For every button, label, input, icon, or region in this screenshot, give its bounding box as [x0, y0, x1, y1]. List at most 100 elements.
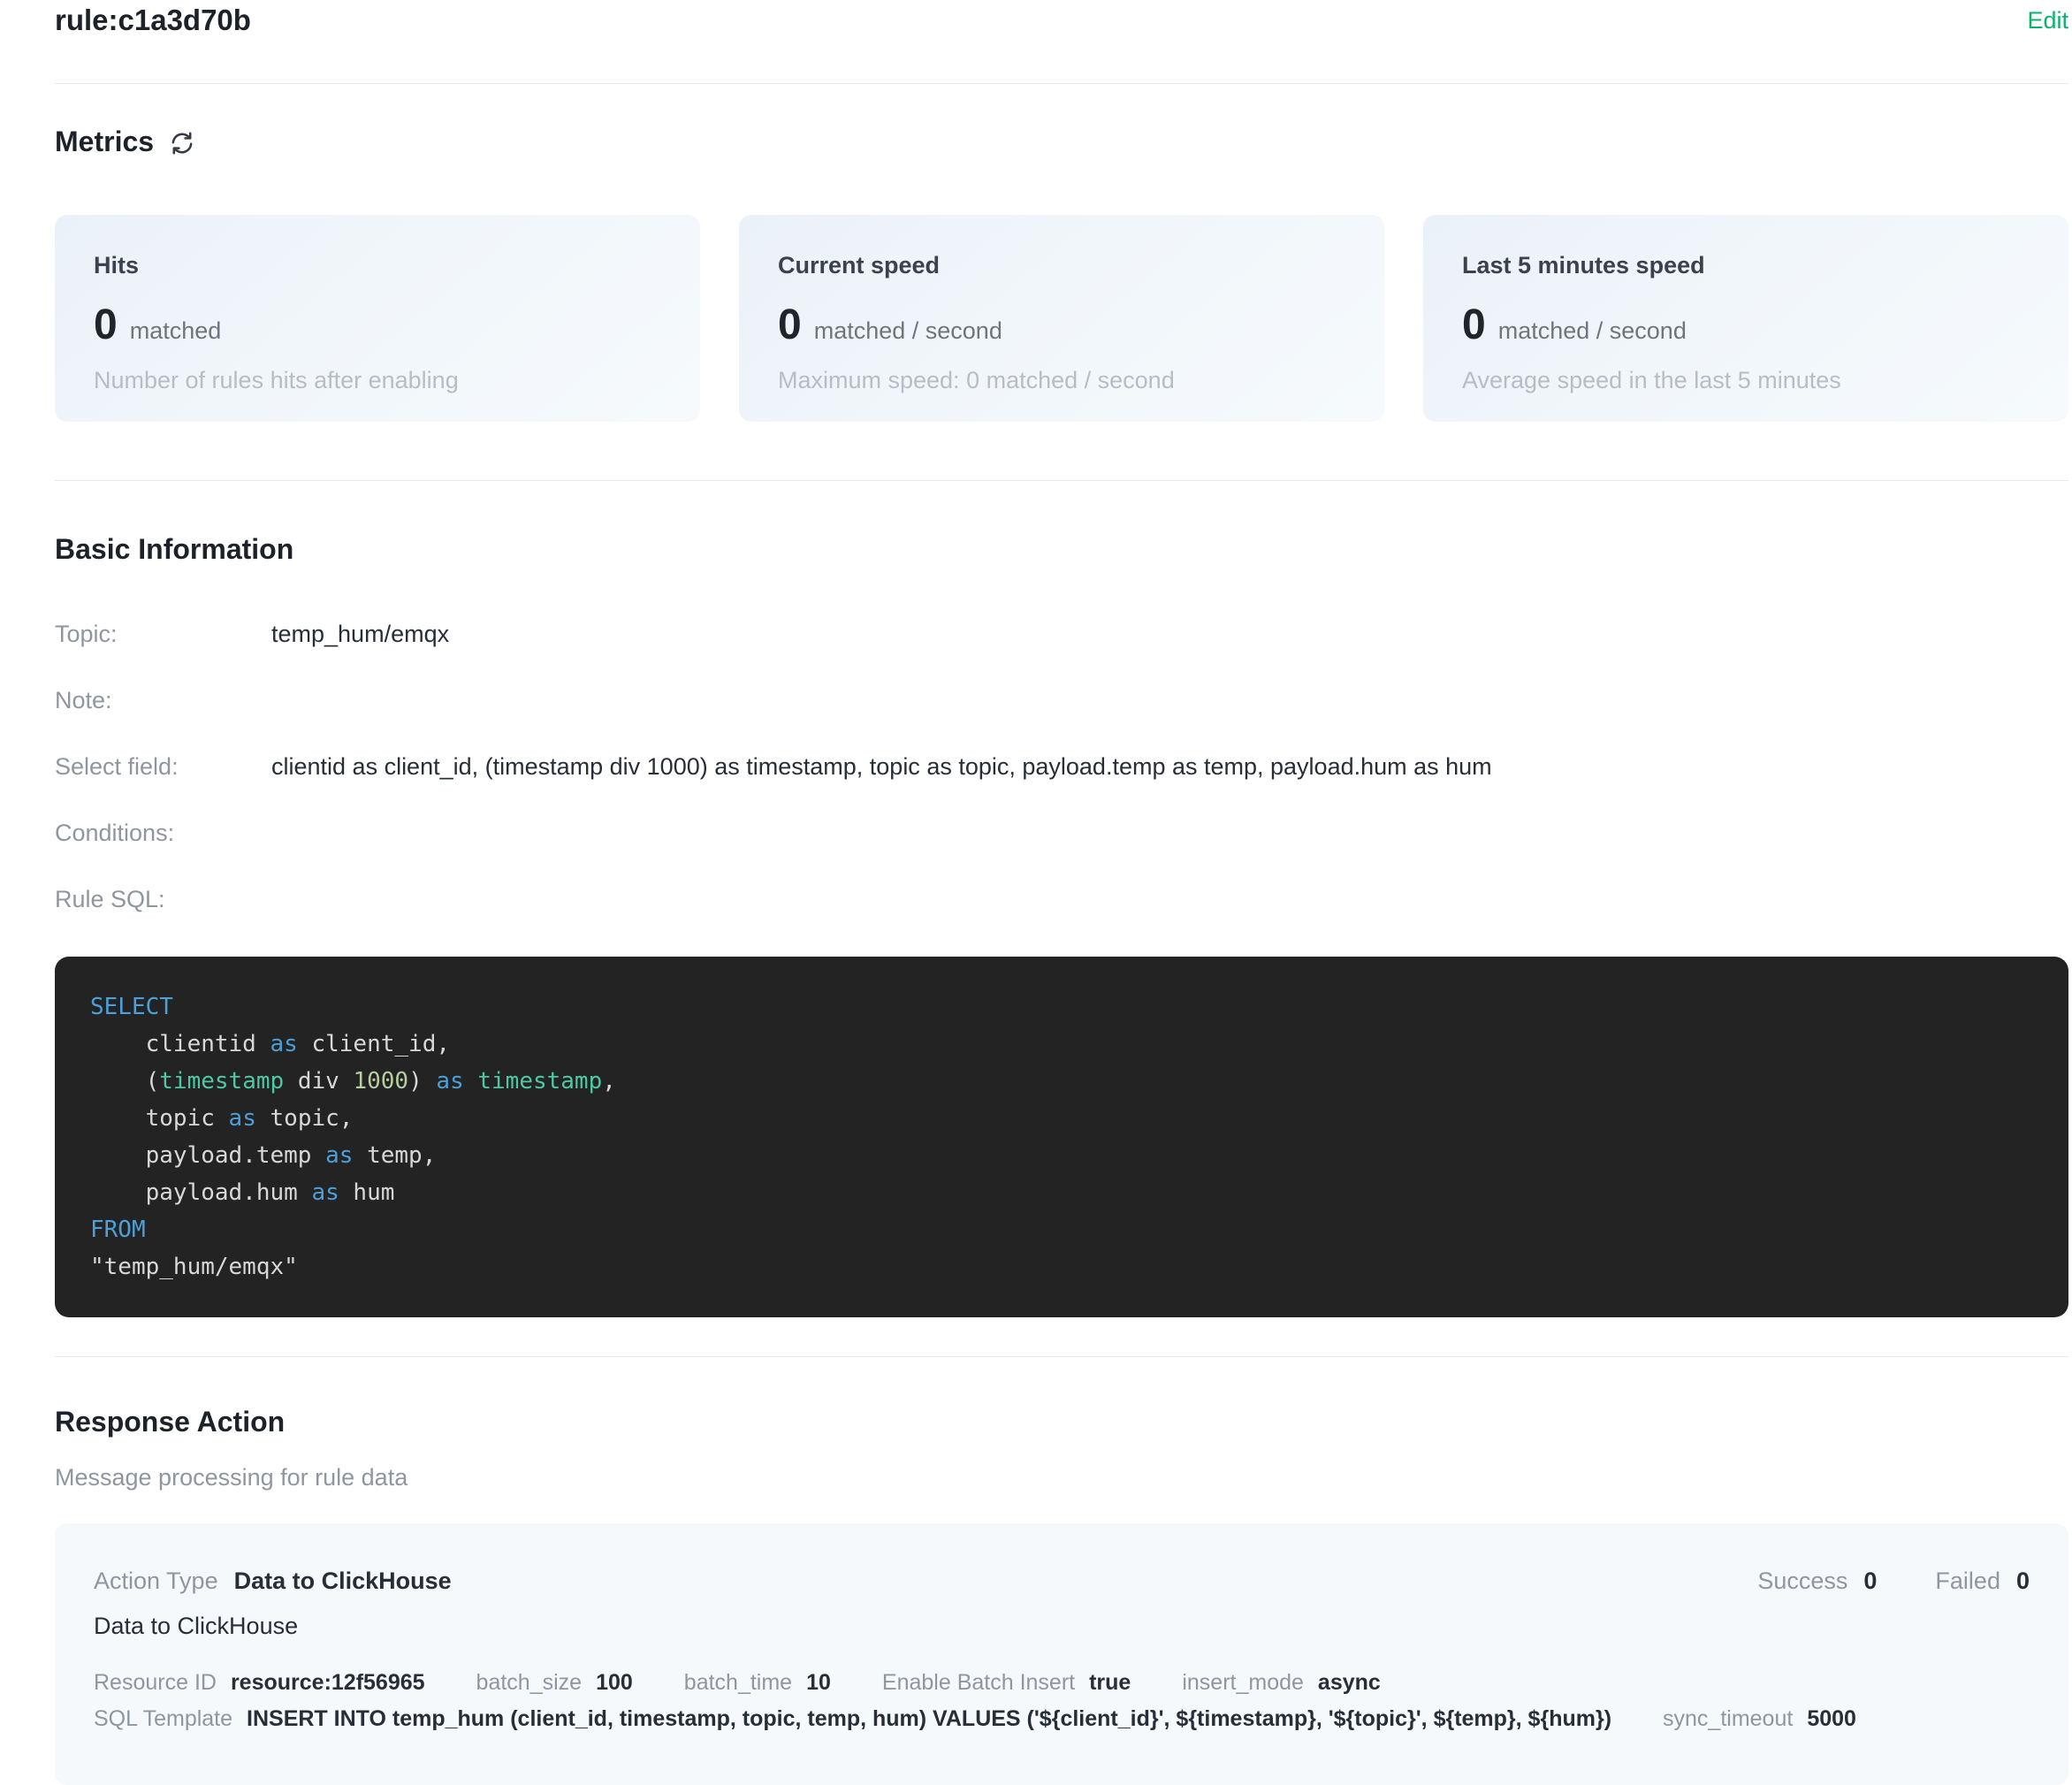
metric-value: 0	[1462, 301, 1486, 349]
param-label: batch_time	[684, 1670, 792, 1696]
metrics-heading: Metrics	[55, 125, 154, 158]
metric-card-current-speed: Current speed 0 matched / second Maximum…	[739, 215, 1384, 422]
param-value: async	[1318, 1670, 1381, 1696]
field-label: Topic:	[55, 621, 271, 648]
sql-text: client_id,	[298, 1031, 450, 1057]
metric-title: Current speed	[778, 252, 1345, 279]
success-value: 0	[1863, 1568, 1877, 1595]
field-value: temp_hum/emqx	[271, 621, 449, 648]
field-label: Note:	[55, 687, 271, 714]
param-insert-mode: insert_mode async	[1182, 1670, 1380, 1696]
sql-text: hum	[339, 1179, 395, 1206]
param-value: resource:12f56965	[231, 1670, 425, 1696]
param-enable-batch-insert: Enable Batch Insert true	[882, 1670, 1131, 1696]
success-label: Success	[1757, 1568, 1847, 1595]
action-params-row: SQL Template INSERT INTO temp_hum (clien…	[94, 1706, 2030, 1732]
edit-button[interactable]: Edit	[2027, 4, 2068, 36]
sql-keyword: as	[229, 1105, 256, 1132]
rule-detail-page: rule:c1a3d70b Edit Metrics Hits 0 matche…	[0, 0, 2072, 1785]
metric-value: 0	[778, 301, 802, 349]
metric-title: Hits	[94, 252, 661, 279]
page-header: rule:c1a3d70b Edit	[55, 0, 2068, 39]
action-type: Action Type Data to ClickHouse	[94, 1568, 452, 1595]
sql-text: )	[408, 1068, 436, 1095]
field-value: clientid as client_id, (timestamp div 10…	[271, 753, 1492, 781]
param-label: insert_mode	[1182, 1670, 1304, 1696]
param-value: 10	[806, 1670, 831, 1696]
metric-unit: matched	[130, 317, 222, 345]
sql-keyword: as	[311, 1179, 339, 1206]
sql-text: "temp_hum/emqx"	[90, 1254, 298, 1280]
field-row-conditions: Conditions:	[55, 820, 2068, 846]
sql-text: div	[284, 1068, 353, 1095]
sql-function: timestamp	[159, 1068, 284, 1095]
response-action-subtitle: Message processing for rule data	[55, 1463, 2068, 1491]
param-label: batch_size	[476, 1670, 583, 1696]
action-type-value: Data to ClickHouse	[234, 1568, 452, 1595]
field-row-rule-sql: Rule SQL:	[55, 886, 2068, 912]
metric-caption: Maximum speed: 0 matched / second	[778, 367, 1345, 394]
field-label: Conditions:	[55, 820, 271, 847]
sql-keyword: FROM	[90, 1217, 146, 1243]
param-batch-time: batch_time 10	[684, 1670, 831, 1696]
sql-keyword: as	[270, 1031, 298, 1057]
action-type-label: Action Type	[94, 1568, 218, 1595]
response-action-section: Response Action Message processing for r…	[55, 1405, 2068, 1785]
sql-text	[464, 1068, 478, 1095]
action-params-row: Resource ID resource:12f56965 batch_size…	[94, 1670, 2030, 1696]
param-value: 5000	[1807, 1706, 1856, 1732]
response-action-heading: Response Action	[55, 1405, 2068, 1438]
rule-sql-code-block: SELECT clientid as client_id, (timestamp…	[55, 957, 2068, 1317]
metric-card-last5min-speed: Last 5 minutes speed 0 matched / second …	[1423, 215, 2068, 422]
metric-value: 0	[94, 301, 118, 349]
sql-keyword: as	[436, 1068, 463, 1095]
sql-text: temp,	[353, 1142, 436, 1169]
sql-number: 1000	[353, 1068, 408, 1095]
divider	[55, 83, 2068, 84]
sql-text: payload.hum	[90, 1179, 311, 1206]
sql-text: clientid	[90, 1031, 270, 1057]
sql-function: timestamp	[477, 1068, 602, 1095]
sql-text: (	[90, 1068, 159, 1095]
sql-text: topic	[90, 1105, 229, 1132]
metric-unit: matched / second	[1498, 317, 1687, 345]
sql-text: topic,	[256, 1105, 354, 1132]
sql-text: ,	[602, 1068, 616, 1095]
field-row-note: Note:	[55, 687, 2068, 713]
sql-keyword: SELECT	[90, 994, 173, 1020]
param-label: sync_timeout	[1663, 1706, 1793, 1732]
failed-value: 0	[2016, 1568, 2030, 1595]
field-row-topic: Topic: temp_hum/emqx	[55, 621, 2068, 647]
action-card: Action Type Data to ClickHouse Success 0…	[55, 1523, 2068, 1785]
param-sync-timeout: sync_timeout 5000	[1663, 1706, 1856, 1732]
metric-card-hits: Hits 0 matched Number of rules hits afte…	[55, 215, 700, 422]
param-value: INSERT INTO temp_hum (client_id, timesta…	[247, 1706, 1611, 1732]
param-sql-template: SQL Template INSERT INTO temp_hum (clien…	[94, 1706, 1611, 1732]
refresh-icon[interactable]	[168, 129, 196, 157]
success-counter: Success 0	[1757, 1568, 1877, 1595]
field-label: Rule SQL:	[55, 886, 271, 913]
metric-title: Last 5 minutes speed	[1462, 252, 2030, 279]
action-name: Data to ClickHouse	[94, 1613, 2030, 1640]
param-value: 100	[596, 1670, 633, 1696]
field-label: Select field:	[55, 753, 271, 781]
metric-unit: matched / second	[814, 317, 1002, 345]
sql-text: payload.temp	[90, 1142, 325, 1169]
metric-caption: Number of rules hits after enabling	[94, 367, 661, 394]
param-label: Enable Batch Insert	[882, 1670, 1075, 1696]
page-title: rule:c1a3d70b	[55, 2, 251, 39]
sql-keyword: as	[325, 1142, 353, 1169]
failed-counter: Failed 0	[1935, 1568, 2030, 1595]
param-batch-size: batch_size 100	[476, 1670, 633, 1696]
param-label: Resource ID	[94, 1670, 217, 1696]
metric-cards: Hits 0 matched Number of rules hits afte…	[55, 215, 2068, 422]
param-value: true	[1089, 1670, 1131, 1696]
basic-information-section: Basic Information Topic: temp_hum/emqx N…	[55, 532, 2068, 1317]
divider	[55, 480, 2068, 481]
basic-information-heading: Basic Information	[55, 532, 2068, 566]
divider	[55, 1356, 2068, 1357]
metrics-section: Metrics Hits 0 matched Number of rules h…	[55, 125, 2068, 422]
param-resource-id: Resource ID resource:12f56965	[94, 1670, 425, 1696]
param-label: SQL Template	[94, 1706, 232, 1732]
metric-caption: Average speed in the last 5 minutes	[1462, 367, 2030, 394]
